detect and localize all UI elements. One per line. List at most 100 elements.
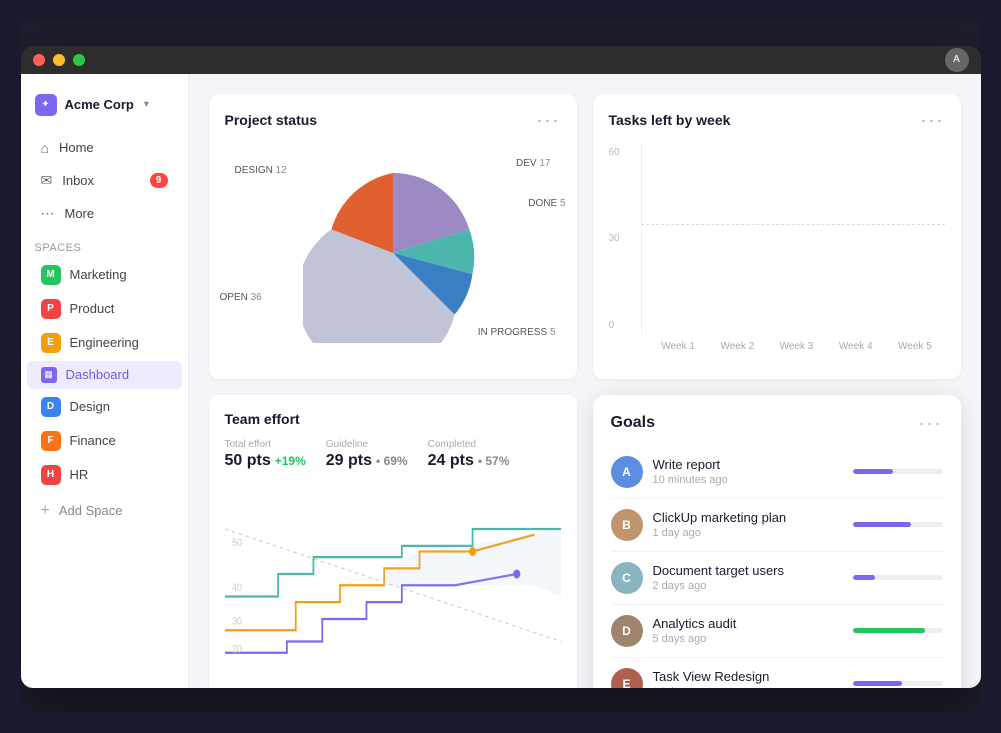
- sidebar-item-inbox[interactable]: ✉ Inbox 9: [27, 165, 182, 196]
- goal-name-0: Write report: [653, 457, 843, 472]
- goal-progress-2: [853, 575, 943, 580]
- line-chart-svg: 50 40 30 20: [225, 484, 561, 664]
- inbox-label: Inbox: [62, 173, 94, 188]
- x-label-w2: Week 2: [708, 341, 767, 352]
- guideline-change: • 69%: [376, 454, 408, 468]
- avatar-4: E: [611, 668, 643, 688]
- finance-label: Finance: [70, 433, 116, 448]
- goal-time-4: 14 days ago: [653, 686, 843, 688]
- engineering-label: Engineering: [70, 335, 139, 350]
- marketing-icon: M: [41, 265, 61, 285]
- project-status-card: Project status ···: [209, 94, 577, 379]
- guideline-label: Guideline: [326, 439, 408, 450]
- dot-guideline: [469, 547, 476, 556]
- goal-time-2: 2 days ago: [653, 580, 843, 592]
- sidebar-item-dashboard[interactable]: ▦ Dashboard: [27, 361, 182, 389]
- goal-time-1: 1 day ago: [653, 527, 843, 539]
- maximize-button[interactable]: [73, 54, 85, 66]
- main-content: Project status ···: [189, 74, 981, 688]
- bar-chart-container: 0 30 60: [609, 143, 945, 363]
- bar-groups: [641, 143, 945, 335]
- y-line-40: 40: [232, 581, 242, 593]
- completed-value: 24 pts: [428, 452, 474, 470]
- goal-name-2: Document target users: [653, 563, 843, 578]
- sidebar-item-design[interactable]: D Design: [27, 391, 182, 423]
- home-icon: ⌂: [41, 140, 49, 156]
- x-label-w4: Week 4: [826, 341, 885, 352]
- sidebar-item-hr[interactable]: H HR: [27, 459, 182, 491]
- total-effort-value: 50 pts: [225, 452, 271, 470]
- goal-name-4: Task View Redesign: [653, 669, 843, 684]
- workspace-selector[interactable]: ✦ Acme Corp ▾: [21, 86, 188, 124]
- goal-info-2: Document target users 2 days ago: [653, 563, 843, 592]
- line-chart: 50 40 30 20: [225, 484, 561, 664]
- sidebar-item-more[interactable]: ⋯ More: [27, 198, 182, 229]
- x-label-w5: Week 5: [885, 341, 944, 352]
- engineering-icon: E: [41, 333, 61, 353]
- goal-info-3: Analytics audit 5 days ago: [653, 616, 843, 645]
- goal-bar-3: [853, 628, 925, 633]
- goal-item-1: B ClickUp marketing plan 1 day ago: [611, 499, 943, 552]
- total-effort-change: +19%: [275, 454, 306, 468]
- add-space-button[interactable]: + Add Space: [27, 496, 182, 526]
- goal-item-4: E Task View Redesign 14 days ago: [611, 658, 943, 688]
- guideline-stat: Guideline 29 pts • 69%: [326, 439, 408, 470]
- add-space-label: Add Space: [59, 503, 123, 518]
- pie-chart-svg: [303, 163, 483, 343]
- workspace-name: Acme Corp: [65, 97, 134, 112]
- goal-item-2: C Document target users 2 days ago: [611, 552, 943, 605]
- goal-progress-1: [853, 522, 943, 527]
- pie-label-design: DESIGN 12: [235, 165, 287, 176]
- avatar-3: D: [611, 615, 643, 647]
- inbox-badge: 9: [150, 173, 168, 188]
- completed-label: Completed: [428, 439, 510, 450]
- goal-bar-1: [853, 522, 912, 527]
- goal-bar-0: [853, 469, 894, 474]
- baseline-line: [641, 224, 945, 225]
- goal-name-1: ClickUp marketing plan: [653, 510, 843, 525]
- y-axis: 0 30 60: [609, 143, 620, 335]
- hr-label: HR: [70, 467, 89, 482]
- goal-bar-2: [853, 575, 876, 580]
- goal-item-3: D Analytics audit 5 days ago: [611, 605, 943, 658]
- pie-label-open: OPEN 36: [220, 292, 262, 303]
- more-icon: ⋯: [41, 205, 55, 222]
- dot-completed: [513, 569, 520, 578]
- x-label-w1: Week 1: [649, 341, 708, 352]
- dashboard-label: Dashboard: [66, 367, 130, 382]
- y-line-30: 30: [232, 615, 242, 627]
- y-label-30: 30: [609, 233, 620, 244]
- marketing-label: Marketing: [70, 267, 127, 282]
- minimize-button[interactable]: [53, 54, 65, 66]
- avatar-2: C: [611, 562, 643, 594]
- x-axis: Week 1 Week 2 Week 3 Week 4 Week 5: [641, 335, 945, 352]
- sidebar-item-home[interactable]: ⌂ Home: [27, 133, 182, 163]
- close-button[interactable]: [33, 54, 45, 66]
- sidebar-item-product[interactable]: P Product: [27, 293, 182, 325]
- chevron-down-icon: ▾: [144, 99, 149, 110]
- user-avatar[interactable]: A: [945, 48, 969, 72]
- goal-info-0: Write report 10 minutes ago: [653, 457, 843, 486]
- tasks-menu[interactable]: ···: [921, 110, 945, 131]
- sidebar-item-marketing[interactable]: M Marketing: [27, 259, 182, 291]
- goal-info-1: ClickUp marketing plan 1 day ago: [653, 510, 843, 539]
- project-status-menu[interactable]: ···: [537, 110, 561, 131]
- pie-chart: DEV 17 DONE 5 IN PROGRESS 5 OPEN 36 DESI…: [225, 143, 561, 363]
- goal-time-0: 10 minutes ago: [653, 474, 843, 486]
- completed-change: • 57%: [478, 454, 510, 468]
- goals-menu[interactable]: ···: [919, 413, 943, 434]
- design-icon: D: [41, 397, 61, 417]
- completed-stat: Completed 24 pts • 57%: [428, 439, 510, 470]
- product-label: Product: [70, 301, 115, 316]
- sidebar-item-finance[interactable]: F Finance: [27, 425, 182, 457]
- total-effort-stat: Total effort 50 pts +19%: [225, 439, 306, 470]
- pie-label-inprogress: IN PROGRESS 5: [478, 327, 556, 338]
- goal-bar-4: [853, 681, 903, 686]
- tasks-by-week-card: Tasks left by week ··· 0 30 60: [593, 94, 961, 379]
- avatar-1: B: [611, 509, 643, 541]
- product-icon: P: [41, 299, 61, 319]
- goal-time-3: 5 days ago: [653, 633, 843, 645]
- dashboard-icon: ▦: [41, 367, 57, 383]
- finance-icon: F: [41, 431, 61, 451]
- sidebar-item-engineering[interactable]: E Engineering: [27, 327, 182, 359]
